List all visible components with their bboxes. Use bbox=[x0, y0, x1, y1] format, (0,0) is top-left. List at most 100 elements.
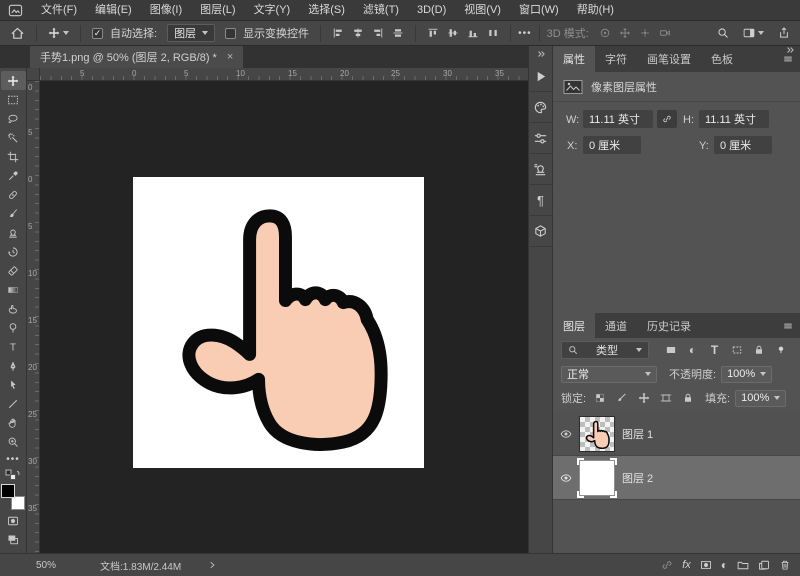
tab-history[interactable]: 历史记录 bbox=[637, 313, 701, 338]
lock-all-button[interactable] bbox=[679, 391, 696, 406]
color-panel-button[interactable] bbox=[528, 92, 553, 123]
auto-select-dropdown[interactable]: 图层 bbox=[167, 24, 215, 42]
hand-tool-button[interactable] bbox=[1, 413, 26, 432]
foreground-background-swatch[interactable] bbox=[0, 483, 26, 511]
tab-character[interactable]: 字符 bbox=[595, 46, 637, 72]
expand-panels-button[interactable] bbox=[529, 46, 552, 61]
align-top-button[interactable] bbox=[423, 27, 443, 39]
work-area[interactable] bbox=[40, 81, 528, 553]
close-tab-icon[interactable]: × bbox=[227, 51, 233, 63]
zoom-tool-button[interactable] bbox=[1, 432, 26, 451]
eyedropper-tool-button[interactable] bbox=[1, 166, 26, 185]
menu-layer[interactable]: 图层(L) bbox=[191, 0, 244, 20]
lock-pixels-button[interactable] bbox=[613, 391, 630, 406]
3d-pan-button[interactable] bbox=[615, 27, 635, 39]
filter-toggle-button[interactable] bbox=[772, 343, 789, 358]
type-tool-button[interactable]: T bbox=[1, 337, 26, 356]
menu-help[interactable]: 帮助(H) bbox=[568, 0, 623, 20]
foreground-color-swatch[interactable] bbox=[1, 484, 15, 498]
layers-menu-button[interactable] bbox=[783, 321, 793, 331]
share-icon[interactable] bbox=[778, 27, 790, 39]
more-options-button[interactable]: ••• bbox=[518, 28, 532, 39]
menu-window[interactable]: 窗口(W) bbox=[510, 0, 568, 20]
adjustment-layer-icon[interactable]: ◐ bbox=[721, 559, 728, 571]
shape-tool-button[interactable] bbox=[1, 394, 26, 413]
lasso-tool-button[interactable] bbox=[1, 109, 26, 128]
fill-dropdown[interactable]: 100% bbox=[735, 390, 786, 407]
layer-filter-dropdown[interactable]: 类型 bbox=[561, 341, 649, 359]
layer-thumbnail[interactable] bbox=[579, 416, 615, 452]
menu-3d[interactable]: 3D(D) bbox=[408, 0, 455, 20]
healing-brush-tool-button[interactable] bbox=[1, 185, 26, 204]
edit-toolbar-button[interactable]: ••• bbox=[1, 451, 26, 467]
tab-properties[interactable]: 属性 bbox=[553, 46, 595, 72]
screen-mode-button[interactable] bbox=[1, 530, 26, 549]
filter-shape-button[interactable] bbox=[728, 343, 745, 358]
lock-transparency-button[interactable] bbox=[591, 391, 608, 406]
background-color-swatch[interactable] bbox=[11, 496, 25, 510]
menu-filter[interactable]: 滤镜(T) bbox=[354, 0, 408, 20]
3d-slide-button[interactable] bbox=[635, 27, 655, 39]
tab-layers[interactable]: 图层 bbox=[553, 313, 595, 338]
menu-type[interactable]: 文字(Y) bbox=[245, 0, 300, 20]
brush-settings-panel-button[interactable] bbox=[528, 123, 553, 154]
ruler-corner[interactable] bbox=[27, 68, 40, 81]
menu-image[interactable]: 图像(I) bbox=[141, 0, 191, 20]
document-tab[interactable]: 手势1.png @ 50% (图层 2, RGB/8) * × bbox=[30, 46, 243, 68]
align-center-h-button[interactable] bbox=[348, 27, 368, 39]
menu-file[interactable]: 文件(F) bbox=[32, 0, 86, 20]
panel-menu-button[interactable] bbox=[783, 54, 793, 64]
filter-adjustment-button[interactable]: ◐ bbox=[684, 343, 701, 358]
filter-type-button[interactable]: T bbox=[706, 343, 723, 358]
add-mask-icon[interactable] bbox=[700, 559, 712, 571]
3d-panel-button[interactable] bbox=[528, 216, 553, 247]
distribute-h-button[interactable] bbox=[388, 27, 408, 39]
tool-preset-button[interactable] bbox=[44, 27, 73, 39]
zoom-level-field[interactable]: 50% bbox=[36, 560, 56, 571]
smudge-tool-button[interactable] bbox=[1, 299, 26, 318]
layer-name[interactable]: 图层 1 bbox=[622, 426, 653, 442]
layer-thumbnail[interactable] bbox=[579, 460, 615, 496]
filter-smart-object-button[interactable] bbox=[750, 343, 767, 358]
dodge-tool-button[interactable] bbox=[1, 318, 26, 337]
workspace-button[interactable] bbox=[739, 27, 768, 39]
eraser-tool-button[interactable] bbox=[1, 261, 26, 280]
menu-edit[interactable]: 编辑(E) bbox=[86, 0, 141, 20]
actions-panel-button[interactable] bbox=[528, 61, 553, 92]
paragraph-panel-button[interactable]: ¶ bbox=[528, 185, 553, 216]
vertical-ruler[interactable]: 0 5 0 5 10 15 20 25 30 35 bbox=[27, 81, 40, 553]
crop-tool-button[interactable] bbox=[1, 147, 26, 166]
show-transform-checkbox[interactable]: 显示变换控件 bbox=[221, 25, 313, 41]
path-select-tool-button[interactable] bbox=[1, 375, 26, 394]
status-chevron-icon[interactable] bbox=[207, 560, 217, 570]
blend-mode-dropdown[interactable]: 正常 bbox=[561, 366, 657, 383]
brush-tool-button[interactable] bbox=[1, 204, 26, 223]
move-tool-button[interactable] bbox=[1, 71, 26, 90]
gradient-tool-button[interactable] bbox=[1, 280, 26, 299]
link-dimensions-button[interactable] bbox=[657, 110, 677, 128]
link-layers-icon[interactable] bbox=[661, 559, 673, 571]
clone-stamp-tool-button[interactable] bbox=[1, 223, 26, 242]
menu-view[interactable]: 视图(V) bbox=[455, 0, 510, 20]
visibility-eye-icon[interactable] bbox=[560, 428, 572, 440]
y-field[interactable]: 0 厘米 bbox=[714, 136, 772, 154]
opacity-dropdown[interactable]: 100% bbox=[721, 366, 772, 383]
menu-select[interactable]: 选择(S) bbox=[299, 0, 354, 20]
magic-wand-tool-button[interactable] bbox=[1, 128, 26, 147]
3d-orbit-button[interactable] bbox=[595, 27, 615, 39]
swap-colors-icon[interactable] bbox=[5, 469, 21, 481]
layer-name[interactable]: 图层 2 bbox=[622, 470, 653, 486]
history-brush-tool-button[interactable] bbox=[1, 242, 26, 261]
width-field[interactable]: 11.11 英寸 bbox=[583, 110, 653, 128]
pen-tool-button[interactable] bbox=[1, 356, 26, 375]
align-left-button[interactable] bbox=[328, 27, 348, 39]
layer-row-1[interactable]: 图层 1 bbox=[553, 412, 800, 456]
clone-source-panel-button[interactable] bbox=[528, 154, 553, 185]
align-right-button[interactable] bbox=[368, 27, 388, 39]
new-group-icon[interactable] bbox=[737, 559, 749, 571]
tab-swatches[interactable]: 色板 bbox=[701, 46, 743, 72]
search-icon[interactable] bbox=[717, 27, 729, 39]
tab-brush-settings[interactable]: 画笔设置 bbox=[637, 46, 701, 72]
delete-layer-icon[interactable] bbox=[779, 559, 791, 571]
x-field[interactable]: 0 厘米 bbox=[583, 136, 641, 154]
